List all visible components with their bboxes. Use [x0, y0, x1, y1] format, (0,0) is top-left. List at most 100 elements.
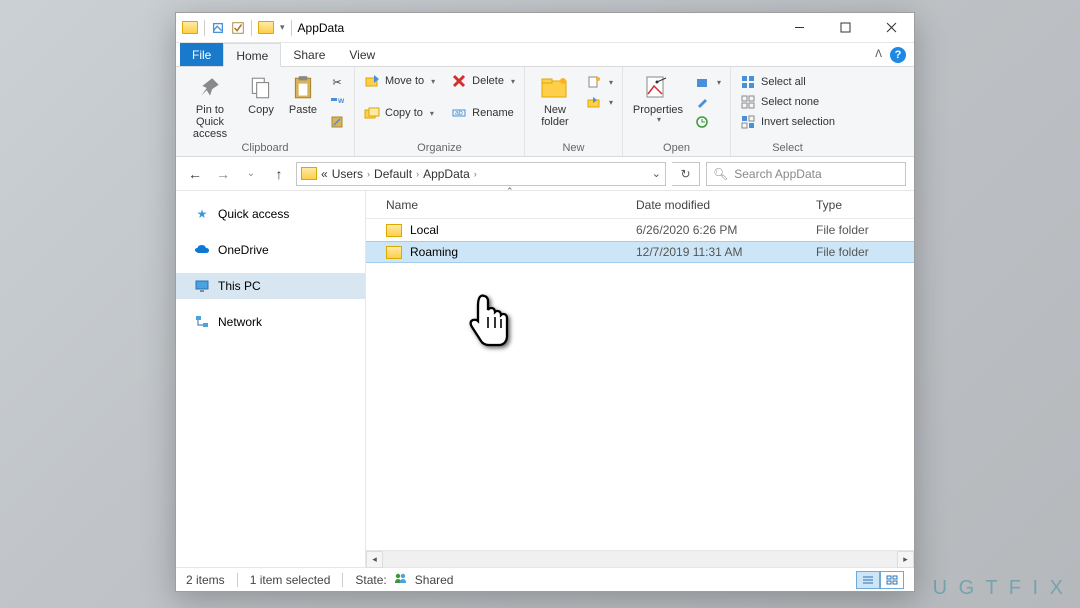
tab-home[interactable]: Home	[223, 43, 281, 67]
select-all-icon	[740, 74, 756, 90]
qat-checked-icon[interactable]	[231, 21, 245, 35]
delete-button[interactable]: Delete▾	[448, 72, 518, 90]
sort-indicator-icon: ⌃	[506, 186, 514, 197]
column-header-name[interactable]: Name	[386, 198, 636, 212]
monitor-icon	[194, 278, 210, 294]
move-to-button[interactable]: Move to▾	[361, 72, 438, 90]
edit-button[interactable]	[691, 93, 724, 111]
breadcrumb-default[interactable]: Default	[374, 167, 412, 181]
close-button[interactable]	[868, 13, 914, 43]
open-button[interactable]: ▾	[691, 73, 724, 91]
explorer-window: ▾ AppData File Home Share View ᐱ ? Pin t…	[175, 12, 915, 592]
address-row: ← → ⌄ ↑ « Users › Default › AppData › ⌄ …	[176, 157, 914, 191]
tab-share[interactable]: Share	[281, 43, 337, 66]
breadcrumb-users[interactable]: Users	[332, 167, 363, 181]
copy-path-button[interactable]: w	[326, 93, 348, 111]
watermark-text: U G T F I X	[933, 577, 1066, 600]
sidebar-item-onedrive[interactable]: OneDrive	[176, 237, 365, 263]
column-header-date[interactable]: Date modified	[636, 198, 816, 212]
easy-access-icon	[586, 94, 602, 110]
horizontal-scrollbar[interactable]: ◂ ▸	[366, 550, 914, 567]
delete-icon	[451, 73, 467, 89]
qat-props-icon[interactable]	[211, 21, 225, 35]
rename-icon: ab	[451, 105, 467, 121]
search-icon: 🔍︎	[713, 167, 728, 181]
paste-icon	[287, 74, 319, 102]
paste-shortcut-button[interactable]	[326, 113, 348, 131]
status-state-label: State:	[355, 573, 386, 587]
view-large-icons-button[interactable]	[880, 571, 904, 589]
sidebar-item-quick-access[interactable]: ★ Quick access	[176, 201, 365, 227]
ribbon-group-new-label: New	[531, 141, 616, 154]
svg-text:w: w	[337, 96, 344, 105]
title-folder-icon	[258, 21, 274, 34]
history-icon	[694, 114, 710, 130]
cut-button[interactable]: ✂	[326, 73, 348, 91]
status-item-count: 2 items	[186, 573, 225, 587]
select-none-button[interactable]: Select none	[737, 93, 838, 111]
view-details-button[interactable]	[856, 571, 880, 589]
minimize-button[interactable]	[776, 13, 822, 43]
sidebar-item-this-pc[interactable]: This PC	[176, 273, 365, 299]
nav-up-button[interactable]: ↑	[268, 163, 290, 185]
network-icon	[194, 314, 210, 330]
search-input[interactable]: 🔍︎ Search AppData	[706, 162, 906, 186]
moveto-icon	[364, 73, 380, 89]
invert-selection-button[interactable]: Invert selection	[737, 113, 838, 131]
easy-access-button[interactable]: ▾	[583, 93, 616, 111]
new-item-icon	[586, 74, 602, 90]
tab-file[interactable]: File	[180, 43, 223, 66]
select-all-button[interactable]: Select all	[737, 73, 838, 91]
new-item-button[interactable]: ▾	[583, 73, 616, 91]
help-icon[interactable]: ?	[890, 47, 906, 63]
shortcut-icon	[329, 114, 345, 130]
collapse-ribbon-icon[interactable]: ᐱ	[875, 49, 882, 60]
file-list-pane: ⌃ Name Date modified Type Local 6/26/202…	[366, 191, 914, 567]
star-icon: ★	[194, 206, 210, 222]
file-row-local[interactable]: Local 6/26/2020 6:26 PM File folder	[366, 219, 914, 241]
tab-view[interactable]: View	[337, 43, 387, 66]
select-none-icon	[740, 94, 756, 110]
history-button[interactable]	[691, 113, 724, 131]
refresh-button[interactable]: ↻	[672, 162, 700, 186]
properties-button[interactable]: Properties▾	[629, 70, 687, 125]
copy-icon	[245, 74, 277, 102]
ribbon-group-open-label: Open	[629, 141, 724, 154]
rename-button[interactable]: abRename	[448, 104, 518, 122]
pin-icon	[194, 74, 226, 102]
nav-forward-button[interactable]: →	[212, 163, 234, 185]
file-row-roaming[interactable]: Roaming 12/7/2019 11:31 AM File folder	[366, 241, 914, 263]
status-state-value: Shared	[415, 573, 454, 587]
copy-button[interactable]: Copy	[242, 70, 280, 116]
ribbon-tabs: File Home Share View ᐱ ?	[176, 43, 914, 67]
scroll-left-icon[interactable]: ◂	[366, 551, 383, 568]
nav-recent-button[interactable]: ⌄	[240, 163, 262, 185]
new-folder-button[interactable]: New folder	[531, 70, 579, 128]
sidebar-item-network[interactable]: Network	[176, 309, 365, 335]
ribbon-group-select-label: Select	[737, 141, 838, 154]
edit-icon	[694, 94, 710, 110]
ribbon: Pin to Quick access Copy Paste ✂ w Clipb…	[176, 67, 914, 157]
status-bar: 2 items 1 item selected State: Shared	[176, 567, 914, 591]
folder-icon	[386, 246, 402, 259]
nav-back-button[interactable]: ←	[184, 163, 206, 185]
paste-button[interactable]: Paste	[284, 70, 322, 116]
scroll-right-icon[interactable]: ▸	[897, 551, 914, 568]
path-icon: w	[329, 94, 345, 110]
address-bar[interactable]: « Users › Default › AppData › ⌄	[296, 162, 666, 186]
column-header-type[interactable]: Type	[816, 198, 914, 212]
onedrive-icon	[194, 242, 210, 258]
folder-icon	[386, 224, 402, 237]
open-icon	[694, 74, 710, 90]
breadcrumb-overflow[interactable]: «	[321, 167, 328, 181]
pin-to-quick-access-button[interactable]: Pin to Quick access	[182, 70, 238, 140]
status-selected-count: 1 item selected	[250, 573, 331, 587]
copy-to-button[interactable]: Copy to▾	[361, 104, 438, 122]
scissors-icon: ✂	[329, 74, 345, 90]
address-dropdown-icon[interactable]: ⌄	[652, 167, 661, 180]
window-title: AppData	[298, 21, 345, 35]
maximize-button[interactable]	[822, 13, 868, 43]
shared-icon	[393, 572, 409, 587]
properties-icon	[642, 74, 674, 102]
breadcrumb-appdata[interactable]: AppData	[423, 167, 470, 181]
